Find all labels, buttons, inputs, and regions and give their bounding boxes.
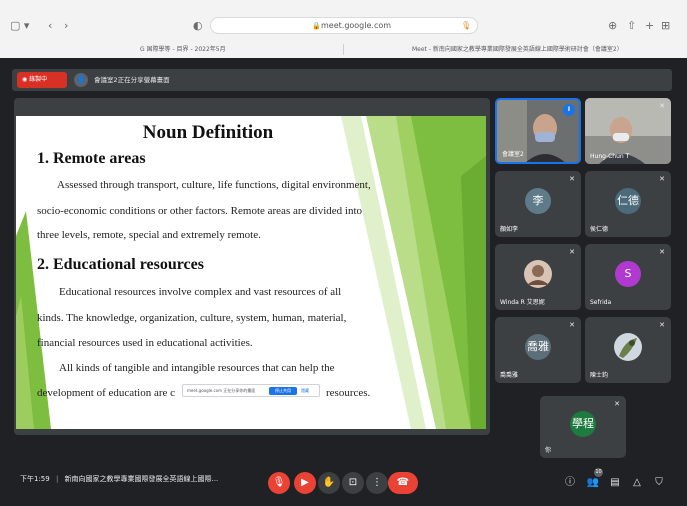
- avatar: S: [615, 261, 641, 287]
- speaking-indicator-icon: ⦀: [563, 104, 575, 116]
- avatar: 學程: [570, 411, 596, 437]
- slide-title: Noun Definition: [142, 122, 274, 143]
- section-heading-remote-areas: 1. Remote areas: [37, 150, 146, 167]
- presentation-slide: Noun Definition 1. Remote areas Assessed…: [16, 116, 486, 429]
- participant-name: Sefrida: [590, 299, 612, 306]
- record-icon: ◉: [22, 76, 28, 83]
- participant-tile[interactable]: ✕ 仁德 侯仁德: [585, 171, 671, 237]
- present-screen-icon[interactable]: ⊡: [342, 472, 364, 494]
- muted-icon: ✕: [569, 248, 575, 256]
- muted-icon: ✕: [569, 175, 575, 183]
- shield-icon[interactable]: ◐: [193, 15, 203, 37]
- slide-text-line: Assessed through transport, culture, lif…: [57, 179, 371, 191]
- participant-tile[interactable]: ✕ Winda R 艾思妮: [495, 244, 581, 310]
- tab-calendar[interactable]: G 国際學等 - 目界 - 2022年5月: [140, 42, 330, 57]
- slide-text-line: resources.: [326, 387, 371, 399]
- tab-strip: G 国際學等 - 目界 - 2022年5月 Meet - 新南向國家之教學專業國…: [0, 42, 687, 57]
- participant-tile[interactable]: ✕ 陳士鈞: [585, 317, 671, 383]
- lock-icon: 🔒: [312, 22, 321, 30]
- participant-name: Winda R 艾思妮: [500, 299, 545, 306]
- slide-text-line: All kinds of tangible and intangible res…: [59, 362, 335, 374]
- new-tab-icon[interactable]: +: [645, 15, 654, 37]
- slide-text-line: financial resources used in educational …: [37, 337, 253, 349]
- browser-chrome: ▢ ▾ ‹ › ◐ 🔒 meet.google.com 🎙 ⊕ ⇧ + ⊞ G …: [0, 0, 687, 58]
- meeting-details-icon[interactable]: ⓘ: [562, 474, 578, 492]
- slide-text-line: Educational resources involve complex an…: [59, 286, 342, 298]
- share-icon[interactable]: ⇧: [627, 15, 636, 37]
- muted-icon: ✕: [614, 400, 620, 408]
- muted-icon: ✕: [659, 102, 665, 110]
- raise-hand-icon[interactable]: ✋: [318, 472, 340, 494]
- slide-text-line: kinds. The knowledge, organization, cult…: [37, 312, 347, 324]
- participant-name: Hung-Chun T: [590, 153, 630, 160]
- separator: |: [55, 475, 59, 483]
- screen-share-notice: meet.google.com 正在分享你的畫面 停止共用 隱藏: [182, 384, 320, 397]
- recording-badge: ◉ 錄製中: [17, 72, 67, 88]
- chat-icon[interactable]: ▤: [607, 474, 623, 492]
- url-text: meet.google.com: [321, 21, 392, 30]
- sidebar-icon[interactable]: ▢ ▾: [10, 15, 29, 37]
- activities-icon[interactable]: △: [629, 474, 645, 492]
- avatar: 喬雅: [525, 334, 551, 360]
- presenting-label: 會議室2正在分享螢幕畫面: [94, 76, 170, 84]
- host-controls-icon[interactable]: ⛉: [651, 474, 667, 492]
- participant-tile[interactable]: ✕ S Sefrida: [585, 244, 671, 310]
- control-bar: 下午1:59 | 新南向國家之教學專業國際發展全英語線上國際... 🎙 ▶ ✋ …: [0, 461, 687, 506]
- participant-name: 你: [545, 447, 552, 454]
- avatar: 仁德: [615, 188, 641, 214]
- meeting-title: 新南向國家之教學專業國際發展全英語線上國際...: [64, 475, 219, 483]
- meeting-info: 下午1:59 | 新南向國家之教學專業國際發展全英語線上國際...: [20, 474, 218, 484]
- tab-divider: [343, 44, 344, 55]
- muted-icon: ✕: [659, 175, 665, 183]
- participant-tile[interactable]: ⦀ 會議室2: [495, 98, 581, 164]
- shared-screen: Noun Definition 1. Remote areas Assessed…: [14, 98, 490, 435]
- muted-icon: ✕: [659, 248, 665, 256]
- tab-overview-icon[interactable]: ⊞: [661, 15, 670, 37]
- muted-icon: ✕: [569, 321, 575, 329]
- self-tile[interactable]: ✕ 學程 你: [540, 396, 626, 458]
- current-time: 下午1:59: [20, 475, 50, 483]
- participant-count-badge: 10: [594, 468, 603, 477]
- participant-tile[interactable]: ✕ 李 顏如李: [495, 171, 581, 237]
- recording-label: 錄製中: [29, 76, 48, 83]
- slide-text-line: development of education are c: [37, 387, 176, 399]
- download-icon[interactable]: ⊕: [608, 15, 617, 37]
- presenting-indicator: 👤 會議室2正在分享螢幕畫面: [74, 69, 170, 91]
- share-notice-text: meet.google.com 正在分享你的畫面: [187, 388, 256, 393]
- avatar: [614, 333, 642, 361]
- participant-name: 喬喬雅: [500, 372, 519, 379]
- leave-call-button[interactable]: ☎: [388, 472, 418, 494]
- microphone-indicator-icon[interactable]: 🎙: [461, 18, 471, 34]
- address-bar[interactable]: 🔒 meet.google.com 🎙: [210, 17, 478, 34]
- participant-name: 陳士鈞: [590, 372, 609, 379]
- muted-icon: ✕: [659, 321, 665, 329]
- stop-sharing-button[interactable]: 停止共用: [269, 387, 297, 395]
- avatar: [524, 260, 552, 288]
- person-icon: 👤: [74, 73, 88, 87]
- avatar: 李: [525, 188, 551, 214]
- slide-text-line: three levels, remote, special and extrem…: [37, 229, 261, 241]
- participant-name: 顏如李: [500, 226, 519, 233]
- participant-name: 會議室2: [502, 151, 524, 158]
- slide-text-line: socio-economic conditions or other facto…: [37, 205, 363, 217]
- presentation-banner: ◉ 錄製中 👤 會議室2正在分享螢幕畫面: [12, 69, 672, 91]
- browser-toolbar: ▢ ▾ ‹ › ◐ 🔒 meet.google.com 🎙 ⊕ ⇧ + ⊞: [0, 15, 687, 37]
- participant-name: 侯仁德: [590, 226, 609, 233]
- section-heading-educational-resources: 2. Educational resources: [37, 256, 204, 273]
- hide-notice-button[interactable]: 隱藏: [301, 385, 309, 396]
- back-icon[interactable]: ‹: [48, 15, 52, 37]
- forward-icon[interactable]: ›: [64, 15, 68, 37]
- meet-window: ◉ 錄製中 👤 會議室2正在分享螢幕畫面 Noun Definition 1. R…: [0, 58, 687, 506]
- microphone-off-icon[interactable]: 🎙: [268, 472, 290, 494]
- participant-tile[interactable]: ✕ Hung-Chun T: [585, 98, 671, 164]
- tab-meet[interactable]: Meet - 新南向國家之教學專業國際發展全英語線上國際學術研討會（會議室2）: [412, 42, 667, 57]
- camera-off-icon[interactable]: ▶: [294, 472, 316, 494]
- participant-tile[interactable]: ✕ 喬雅 喬喬雅: [495, 317, 581, 383]
- more-options-icon[interactable]: ⋮: [366, 472, 388, 494]
